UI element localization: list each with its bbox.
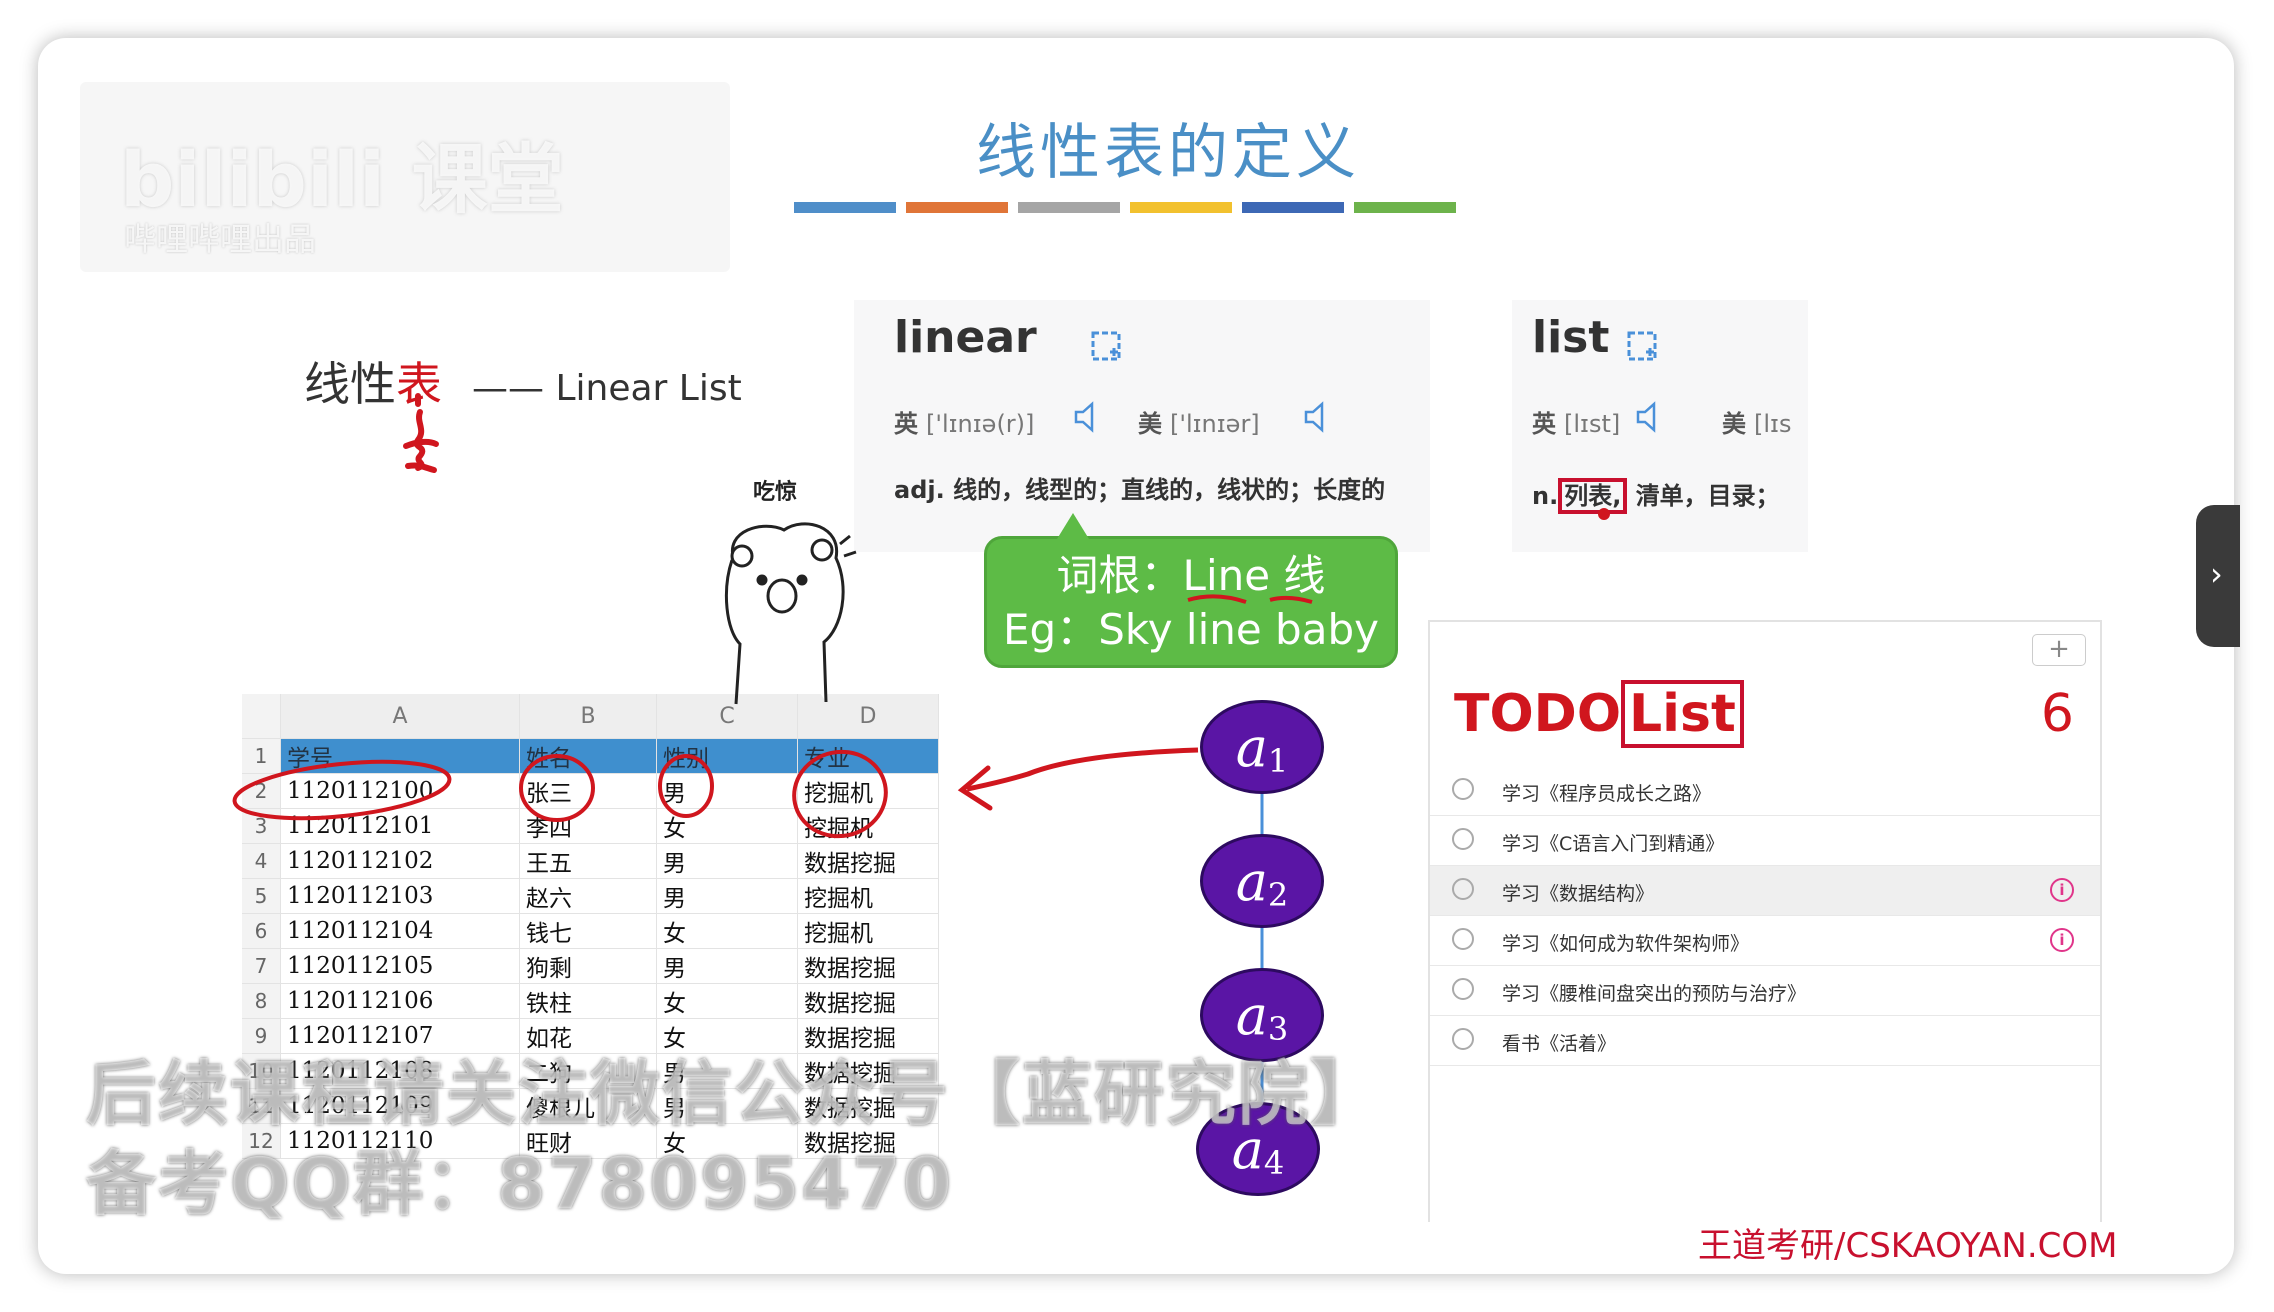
todo-checkbox[interactable] <box>1452 828 1474 850</box>
todo-count: 6 <box>2040 684 2074 744</box>
watermark-text: 后续课程请关注微信公众号【蓝研究院】 <box>86 1053 1382 1135</box>
todo-checkbox[interactable] <box>1452 878 1474 900</box>
todo-checkbox[interactable] <box>1452 778 1474 800</box>
add-todo-button[interactable]: + <box>2032 634 2086 666</box>
slide: bilibili 课堂 哔哩哔哩出品 线性表的定义 线性表 —— Linear L… <box>38 38 2234 1274</box>
chevron-right-icon: › <box>2210 555 2223 593</box>
watermark-text: 备考QQ群：878095470 <box>86 1143 954 1225</box>
todo-item[interactable]: 学习《腰椎间盘突出的预防与治疗》 <box>1430 966 2100 1016</box>
todo-title: TODO List <box>1454 680 1744 748</box>
todo-item[interactable]: 学习《如何成为软件架构师》 i <box>1430 916 2100 966</box>
footer-brand: 王道考研/CSKAOYAN.COM <box>1698 1226 2118 1266</box>
todo-item[interactable]: 学习《数据结构》 i <box>1430 866 2100 916</box>
red-dot <box>1598 508 1610 520</box>
todo-checkbox[interactable] <box>1452 1028 1474 1050</box>
todo-item[interactable]: 看书《活着》 <box>1430 1016 2100 1066</box>
todo-checkbox[interactable] <box>1452 928 1474 950</box>
todo-list-panel: + TODO List 6 学习《程序员成长之路》 学习《C语言入门到精通》 学习… <box>1428 620 2102 1222</box>
red-scribble <box>403 393 439 473</box>
red-underline <box>1187 594 1313 604</box>
info-icon[interactable]: i <box>2050 928 2074 952</box>
red-circle <box>519 754 595 822</box>
surprised-bear-icon <box>724 522 857 705</box>
info-icon[interactable]: i <box>2050 878 2074 902</box>
todo-title-highlight: List <box>1621 680 1744 748</box>
red-arrow <box>962 747 1199 793</box>
todo-checkbox[interactable] <box>1452 978 1474 1000</box>
list-node: a1 <box>1200 700 1324 794</box>
red-circle <box>232 759 452 821</box>
red-circle <box>792 749 888 839</box>
list-node: a2 <box>1200 834 1324 928</box>
side-panel-toggle[interactable]: › <box>2196 505 2240 647</box>
todo-item[interactable]: 学习《C语言入门到精通》 <box>1430 816 2100 866</box>
todo-items: 学习《程序员成长之路》 学习《C语言入门到精通》 学习《数据结构》 i 学习《如何… <box>1430 766 2100 1066</box>
todo-item[interactable]: 学习《程序员成长之路》 <box>1430 766 2100 816</box>
red-circle <box>658 754 714 818</box>
